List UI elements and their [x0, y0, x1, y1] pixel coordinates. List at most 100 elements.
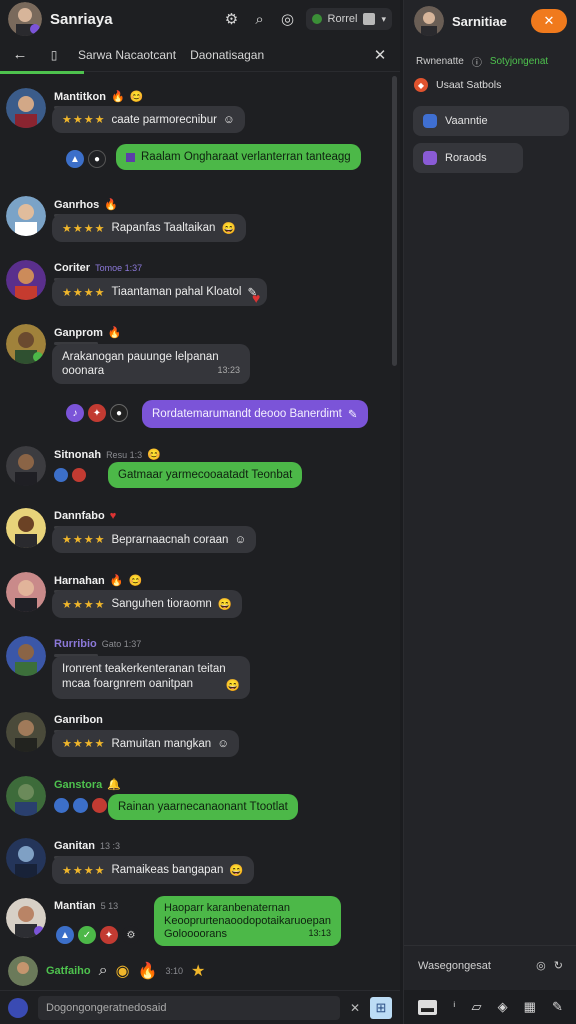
message-bubble[interactable]: ★★★★ Sanguhen tioraomn 😄: [52, 590, 243, 618]
avatar[interactable]: [6, 508, 46, 548]
avatar[interactable]: [6, 572, 46, 612]
tab-primary[interactable]: Sarwa Nacaotcant: [78, 48, 176, 62]
smile-icon: 😄: [229, 865, 244, 877]
avatar[interactable]: [6, 88, 46, 128]
sender-name[interactable]: Gatfaiho: [46, 965, 91, 977]
fire-icon: 🔥: [137, 963, 158, 980]
like-icon[interactable]: ▲: [56, 926, 74, 944]
avatar[interactable]: [6, 712, 46, 752]
edit-icon[interactable]: ✎: [552, 999, 563, 1015]
edit-icon: ✎: [347, 409, 358, 421]
side-meta: Rwnenatte ⓘ Sotyjongenat: [416, 54, 548, 69]
message-bubble[interactable]: Rordatemarumandt deooo Banerdimt ✎: [142, 400, 368, 428]
book-icon[interactable]: ▯: [44, 45, 64, 65]
message-bubble[interactable]: ★★★★ Beprarnaacnah coraan ☺: [52, 526, 257, 553]
smile-icon: ☺: [234, 533, 247, 546]
message-bubble[interactable]: Ironrent teakerkenteranan teitan mcaa fo…: [52, 656, 250, 699]
message-bubble[interactable]: Gatmaar yarmecooaatadt Teonbat: [108, 462, 303, 488]
message-bubble[interactable]: ★★★★ Tiaantaman pahal Kloatol ✎: [52, 278, 268, 306]
share-icon[interactable]: [73, 798, 88, 813]
avatar[interactable]: [6, 324, 46, 364]
sender-name[interactable]: Ganribon: [54, 714, 103, 726]
composer: Dogongongeratnedosaid ✕ ⊞: [0, 990, 400, 1024]
heart-icon[interactable]: ♥: [252, 290, 260, 306]
message-list[interactable]: Mantitkon 🔥 😊 ★★★★ caate parmorecnibur ☺ ▲ ●…: [0, 76, 400, 952]
message-text-line2: mcaa foargnrem oanitpan: [62, 678, 194, 690]
badge-icon[interactable]: ✦: [88, 404, 106, 422]
message-bubble[interactable]: ★★★★ Rapanfas Taaltaikan 😄: [52, 214, 246, 242]
sender-name[interactable]: Sitnonah: [54, 449, 101, 461]
info-icon[interactable]: ⁱ: [453, 999, 455, 1015]
sender-name[interactable]: Mantian: [54, 900, 96, 912]
side-row[interactable]: ◆ Usaat Satbols: [414, 78, 501, 92]
profile-switcher[interactable]: Rorrel ▾: [305, 8, 392, 30]
sender-name[interactable]: Coriter: [54, 262, 90, 274]
user-icon[interactable]: ●: [110, 404, 128, 422]
avatar[interactable]: [6, 898, 46, 938]
like-icon[interactable]: [54, 468, 68, 482]
discover-icon[interactable]: ⚙: [222, 9, 242, 29]
back-arrow-icon[interactable]: ←: [10, 45, 30, 65]
avatar[interactable]: [6, 838, 46, 878]
message-text: Arakanogan pauunge lelpanan: [62, 351, 219, 363]
avatar[interactable]: [6, 446, 46, 486]
like-icon[interactable]: ▲: [66, 150, 84, 168]
sender-name[interactable]: Mantitkon: [54, 91, 106, 103]
sender-name[interactable]: Ganstora: [54, 779, 102, 791]
user-icon[interactable]: ●: [88, 150, 106, 168]
side-chip[interactable]: Vaanntie: [413, 106, 569, 136]
close-panel-button[interactable]: ✕: [531, 9, 567, 33]
check-icon[interactable]: ✓: [78, 926, 96, 944]
inbox-icon[interactable]: ▬: [418, 999, 438, 1015]
message-input[interactable]: Dogongongeratnedosaid: [38, 995, 340, 1020]
message-bubble[interactable]: Haoparr karanbenaternan Keooprurtenaoodo…: [154, 896, 341, 946]
smile-icon: 😄: [225, 680, 240, 692]
side-meta-right[interactable]: Sotyjongenat: [490, 56, 548, 67]
sender-name[interactable]: Harnahan: [54, 575, 105, 587]
message-bubble[interactable]: ★★★★ Ramuitan mangkan ☺: [52, 730, 239, 757]
sender-name[interactable]: Ganrhos: [54, 199, 99, 211]
badge-icon[interactable]: [72, 468, 86, 482]
refresh-icon[interactable]: ↻: [554, 959, 563, 972]
tab-secondary[interactable]: Daonatisagan: [190, 48, 264, 62]
message-text: Ramaikeas bangapan: [111, 864, 224, 876]
search-icon: ⌕: [98, 962, 108, 979]
side-search-input[interactable]: Wasegongesat: [418, 960, 528, 972]
message-bubble[interactable]: ★★★★ caate parmorecnibur ☺: [52, 106, 245, 133]
user-avatar[interactable]: [8, 2, 42, 36]
sender-name[interactable]: Ganitan: [54, 840, 95, 852]
message-bubble[interactable]: Raalam Ongharaat verlanterran tanteagg: [116, 144, 361, 170]
close-icon[interactable]: ✕: [350, 1001, 360, 1015]
sender-name[interactable]: Dannfabo: [54, 510, 105, 522]
search-icon[interactable]: ⌕: [250, 9, 270, 29]
scrollbar[interactable]: [392, 76, 397, 366]
send-button[interactable]: ⊞: [370, 996, 392, 1019]
gear-icon[interactable]: ⚙: [122, 926, 140, 944]
avatar[interactable]: [6, 260, 46, 300]
message-text-line2: ooonara: [62, 365, 105, 377]
badge-icon: ◆: [414, 78, 428, 92]
badge-icon[interactable]: ✦: [100, 926, 118, 944]
avatar[interactable]: [8, 956, 38, 986]
sender-name[interactable]: Ganprom: [54, 327, 103, 339]
message-bubble[interactable]: Rainan yaarnecanaonant Ttootlat: [108, 794, 298, 820]
close-icon[interactable]: ✕: [370, 45, 390, 65]
message-bubble[interactable]: ★★★★ Ramaikeas bangapan 😄: [52, 856, 254, 884]
emoji-icon[interactable]: ◈: [498, 999, 508, 1015]
badge-icon[interactable]: [92, 798, 107, 813]
message-bubble[interactable]: Arakanogan pauunge lelpanan ooonara 13:23: [52, 344, 250, 384]
avatar[interactable]: [6, 196, 46, 236]
music-icon[interactable]: ♪: [66, 404, 84, 422]
settings-icon[interactable]: ◎: [278, 9, 298, 29]
attach-icon[interactable]: [8, 997, 28, 1018]
side-avatar[interactable]: [414, 6, 444, 36]
sender-name[interactable]: Rurribio: [54, 638, 97, 650]
note-icon[interactable]: ▱: [472, 999, 482, 1015]
message-text: Tiaantaman pahal Kloatol: [111, 286, 242, 298]
like-icon[interactable]: [54, 798, 69, 813]
avatar[interactable]: [6, 776, 46, 816]
settings-icon[interactable]: ◎: [536, 959, 546, 972]
side-chip[interactable]: Roraods: [413, 143, 523, 173]
calendar-icon[interactable]: ▦: [524, 999, 536, 1015]
avatar[interactable]: [6, 636, 46, 676]
